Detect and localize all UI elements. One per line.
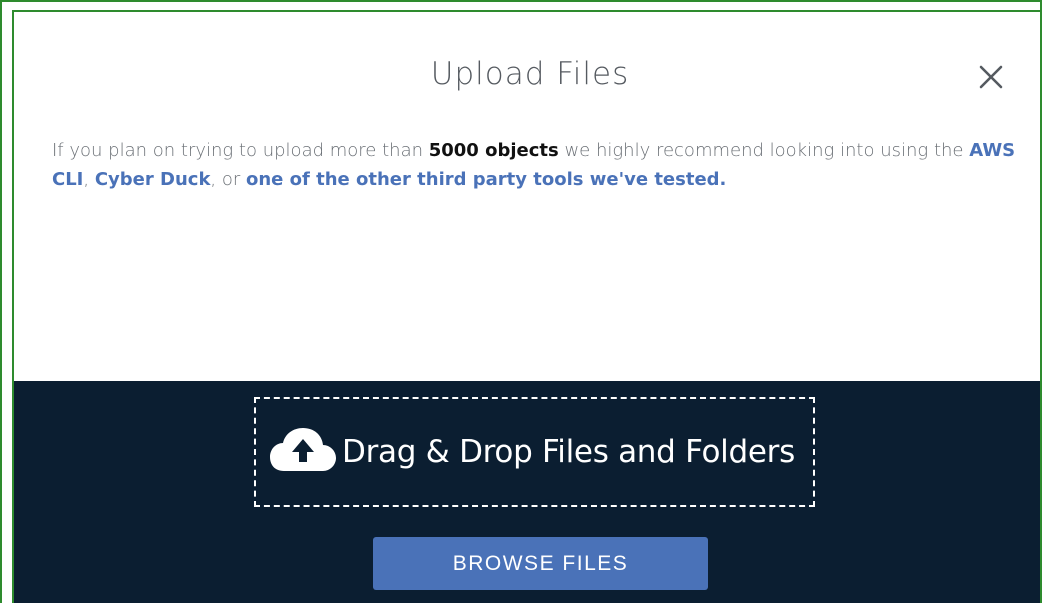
upload-dialog: Upload Files If you plan on trying to up… <box>12 10 1040 603</box>
cyber-duck-link[interactable]: Cyber Duck <box>95 169 211 190</box>
dropzone-label: Drag & Drop Files and Folders <box>342 434 795 470</box>
notice-middle: we highly recommend looking into using t… <box>558 140 970 161</box>
dropzone-panel: Drag & Drop Files and Folders BROWSE FIL… <box>14 381 1040 603</box>
upload-notice: If you plan on trying to upload more tha… <box>52 136 1032 194</box>
notice-emphasis: 5000 objects <box>428 140 559 161</box>
cloud-upload-icon <box>270 427 337 478</box>
dialog-title: Upload Files <box>430 56 630 92</box>
browse-files-button[interactable]: BROWSE FILES <box>373 537 708 590</box>
window-frame: Upload Files If you plan on trying to up… <box>0 0 1042 603</box>
notice-prefix: If you plan on trying to upload more tha… <box>52 140 429 161</box>
notice-comma-1: , <box>83 169 95 190</box>
notice-comma-2: , or <box>210 169 246 190</box>
close-icon[interactable] <box>978 64 1004 90</box>
third-party-tools-link[interactable]: one of the other third party tools we've… <box>246 169 726 190</box>
drag-drop-zone[interactable]: Drag & Drop Files and Folders <box>254 397 815 507</box>
